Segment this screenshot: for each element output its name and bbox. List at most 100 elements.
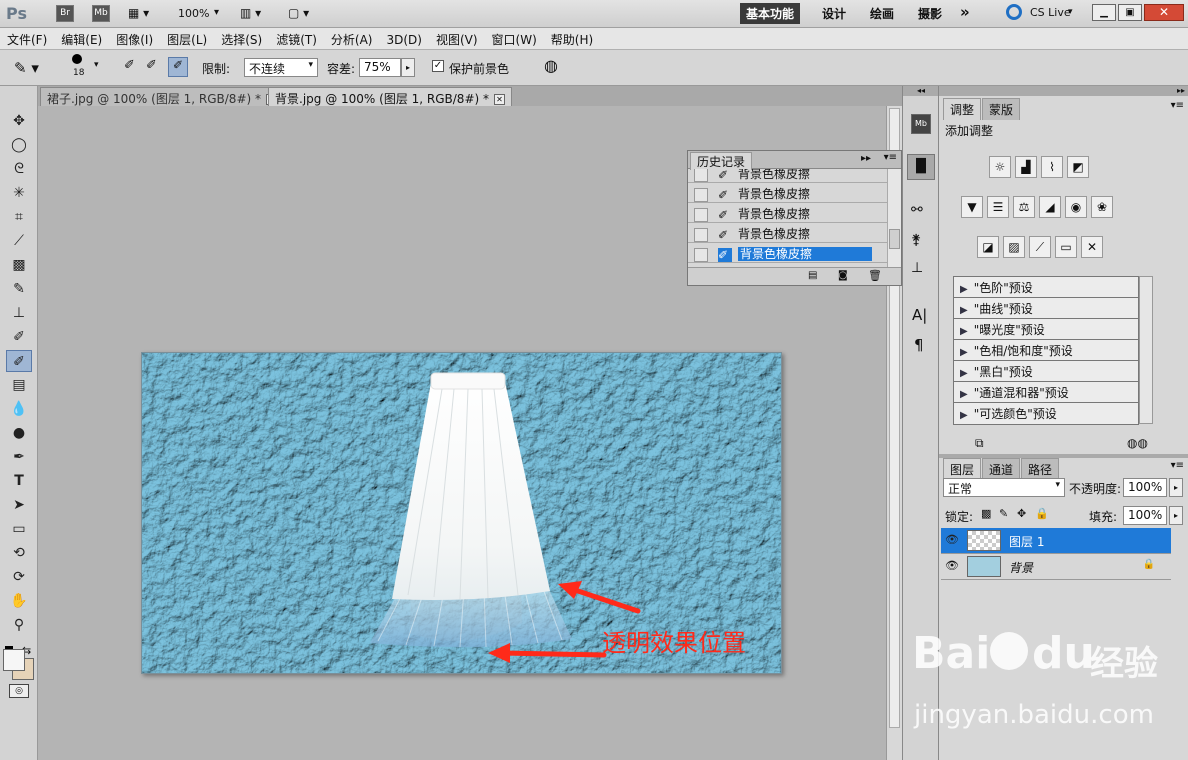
opacity-slider-button[interactable]: ▸ (1169, 478, 1183, 497)
menu-analysis[interactable]: 分析(A) (324, 28, 380, 48)
cs-live-button[interactable]: CS Live (1030, 6, 1071, 19)
menu-view[interactable]: 视图(V) (429, 28, 485, 48)
history-item[interactable]: ✐ 背景色橡皮擦 (688, 203, 901, 223)
exposure-icon[interactable]: ◩ (1067, 156, 1089, 178)
type-tool-icon[interactable]: T (6, 470, 32, 492)
hand-tool-icon[interactable]: ✋ (6, 590, 32, 612)
view-extras-icon[interactable]: ▦ ▾ (128, 6, 149, 20)
history-source-checkbox[interactable] (694, 227, 708, 242)
preset-exposure[interactable]: ▶ "曝光度"预设 (954, 319, 1138, 340)
opacity-input[interactable]: 100% (1123, 478, 1167, 497)
history-source-checkbox[interactable] (694, 247, 708, 262)
tab-adjustments[interactable]: 调整 (943, 98, 982, 120)
history-tab[interactable]: 历史记录 (690, 152, 753, 170)
sampling-continuous-icon[interactable]: ✐ (124, 58, 135, 73)
mini-bridge-panel-icon[interactable]: Mb (911, 114, 931, 134)
tool-preset-icon[interactable]: ✎ ▾ (14, 59, 39, 77)
black-white-icon[interactable]: ◢ (1039, 196, 1061, 218)
history-item-current[interactable]: ✐ 背景色橡皮擦 (688, 243, 901, 263)
hue-saturation-icon[interactable]: ☰ (987, 196, 1009, 218)
brush-tip-icon[interactable] (72, 54, 82, 64)
quick-mask-icon[interactable]: ◎ (9, 684, 29, 698)
history-item[interactable]: ✐ 背景色橡皮擦 (688, 183, 901, 203)
menu-help[interactable]: 帮助(H) (544, 28, 600, 48)
limit-select[interactable]: 不连续 ▾ (244, 58, 318, 77)
workspace-design[interactable]: 设计 (822, 5, 846, 22)
pen-tool-icon[interactable]: ✒ (6, 446, 32, 468)
history-item[interactable]: ✐ 背景色橡皮擦 (688, 223, 901, 243)
menu-3d[interactable]: 3D(D) (379, 30, 428, 47)
fill-input[interactable]: 100% (1123, 506, 1167, 525)
color-balance-icon[interactable]: ⚖ (1013, 196, 1035, 218)
tab-masks[interactable]: 蒙版 (982, 98, 1021, 120)
paragraph-panel-icon[interactable]: ¶ (914, 336, 924, 354)
menu-image[interactable]: 图像(I) (109, 28, 160, 48)
selective-color-icon[interactable]: ✕ (1081, 236, 1103, 258)
adjustments-menu-icon[interactable]: ▾≡ (1171, 100, 1184, 111)
invert-icon[interactable]: ◪ (977, 236, 999, 258)
gradient-map-icon[interactable]: ▭ (1055, 236, 1077, 258)
3d-orbit-tool-icon[interactable]: ⟳ (6, 566, 32, 588)
preset-black-white[interactable]: ▶ "黑白"预设 (954, 361, 1138, 382)
workspace-painting[interactable]: 绘画 (870, 5, 894, 22)
preset-curves[interactable]: ▶ "曲线"预设 (954, 298, 1138, 319)
magic-wand-tool-icon[interactable]: ✳ (6, 182, 32, 204)
healing-tool-icon[interactable]: ▩ (6, 254, 32, 276)
zoom-level[interactable]: 100% (178, 7, 209, 20)
tab-layers[interactable]: 图层 (943, 458, 982, 480)
lasso-tool-icon[interactable]: ᘓ (6, 158, 32, 180)
layer-row-background[interactable]: 👁 背景 🔒 (941, 554, 1171, 580)
posterize-icon[interactable]: ▨ (1003, 236, 1025, 258)
preset-hue-saturation[interactable]: ▶ "色相/饱和度"预设 (954, 340, 1138, 361)
layers-menu-icon[interactable]: ▾≡ (1171, 460, 1184, 471)
bridge-button[interactable]: Br (56, 5, 74, 22)
presets-scrollbar[interactable] (1139, 276, 1153, 424)
brightness-icon[interactable]: ☼ (989, 156, 1011, 178)
blur-tool-icon[interactable]: 💧 (6, 398, 32, 420)
lock-transparency-icon[interactable]: ▩ (981, 507, 991, 520)
shape-tool-icon[interactable]: ▭ (6, 518, 32, 540)
brush-tool-icon[interactable]: ✎ (6, 278, 32, 300)
menu-edit[interactable]: 编辑(E) (54, 28, 109, 48)
preset-channel-mixer[interactable]: ▶ "通道混和器"预设 (954, 382, 1138, 403)
foreground-color-swatch[interactable] (3, 649, 25, 671)
lock-all-icon[interactable]: 🔒 (1035, 507, 1049, 520)
curves-icon[interactable]: ⌇ (1041, 156, 1063, 178)
3d-rotate-tool-icon[interactable]: ⟲ (6, 542, 32, 564)
mini-bridge-button[interactable]: Mb (92, 5, 110, 22)
workspace-photography[interactable]: 摄影 (918, 5, 942, 22)
panel-collapse-icon[interactable]: ▸▸ (861, 153, 871, 164)
panel-column-collapse-icon[interactable]: ▸▸ (939, 86, 1188, 96)
brush-dropdown-icon[interactable]: ▾ (94, 60, 99, 70)
clip-to-layer-icon[interactable]: ⧉ (975, 436, 984, 451)
menu-window[interactable]: 窗口(W) (485, 28, 544, 48)
tab-paths[interactable]: 路径 (1021, 458, 1060, 480)
menu-select[interactable]: 选择(S) (214, 28, 269, 48)
tab-skirt-document[interactable]: 裙子.jpg @ 100% (图层 1, RGB/8#) *✕ (40, 87, 284, 106)
lock-position-icon[interactable]: ✥ (1017, 507, 1026, 520)
history-scrollbar[interactable] (887, 169, 901, 267)
fill-slider-button[interactable]: ▸ (1169, 506, 1183, 525)
levels-icon[interactable]: ▟ (1015, 156, 1037, 178)
tab-channels[interactable]: 通道 (982, 458, 1021, 480)
gradient-tool-icon[interactable]: ▤ (6, 374, 32, 396)
background-eraser-tool-icon[interactable]: ✐ (6, 350, 32, 372)
dock-collapse-icon[interactable]: ◂◂ (903, 86, 939, 96)
history-item[interactable]: ✐ 背景色橡皮擦 (688, 169, 901, 183)
layer-row-layer-1[interactable]: 👁 图层 1 (941, 528, 1171, 554)
workspace-essentials[interactable]: 基本功能 (740, 3, 801, 24)
minimize-button[interactable]: ▁ (1092, 4, 1116, 21)
crop-tool-icon[interactable]: ⌗ (6, 206, 32, 228)
document-image[interactable]: 透明效果位置 (141, 352, 782, 674)
trash-icon[interactable]: 🗑 (868, 269, 882, 282)
maximize-button[interactable]: ▣ (1118, 4, 1142, 21)
visibility-toggle-icon[interactable]: ◍◍ (1127, 436, 1148, 450)
new-snapshot-icon[interactable]: ◙ (838, 270, 848, 281)
history-source-checkbox[interactable] (694, 169, 708, 182)
zoom-tool-icon[interactable]: ⚲ (6, 614, 32, 636)
zoom-dropdown-icon[interactable]: ▾ (214, 7, 219, 18)
more-workspaces-icon[interactable]: » (960, 3, 970, 21)
menu-filter[interactable]: 滤镜(T) (269, 28, 324, 48)
lock-pixels-icon[interactable]: ✎ (999, 507, 1008, 520)
photo-filter-icon[interactable]: ◉ (1065, 196, 1087, 218)
